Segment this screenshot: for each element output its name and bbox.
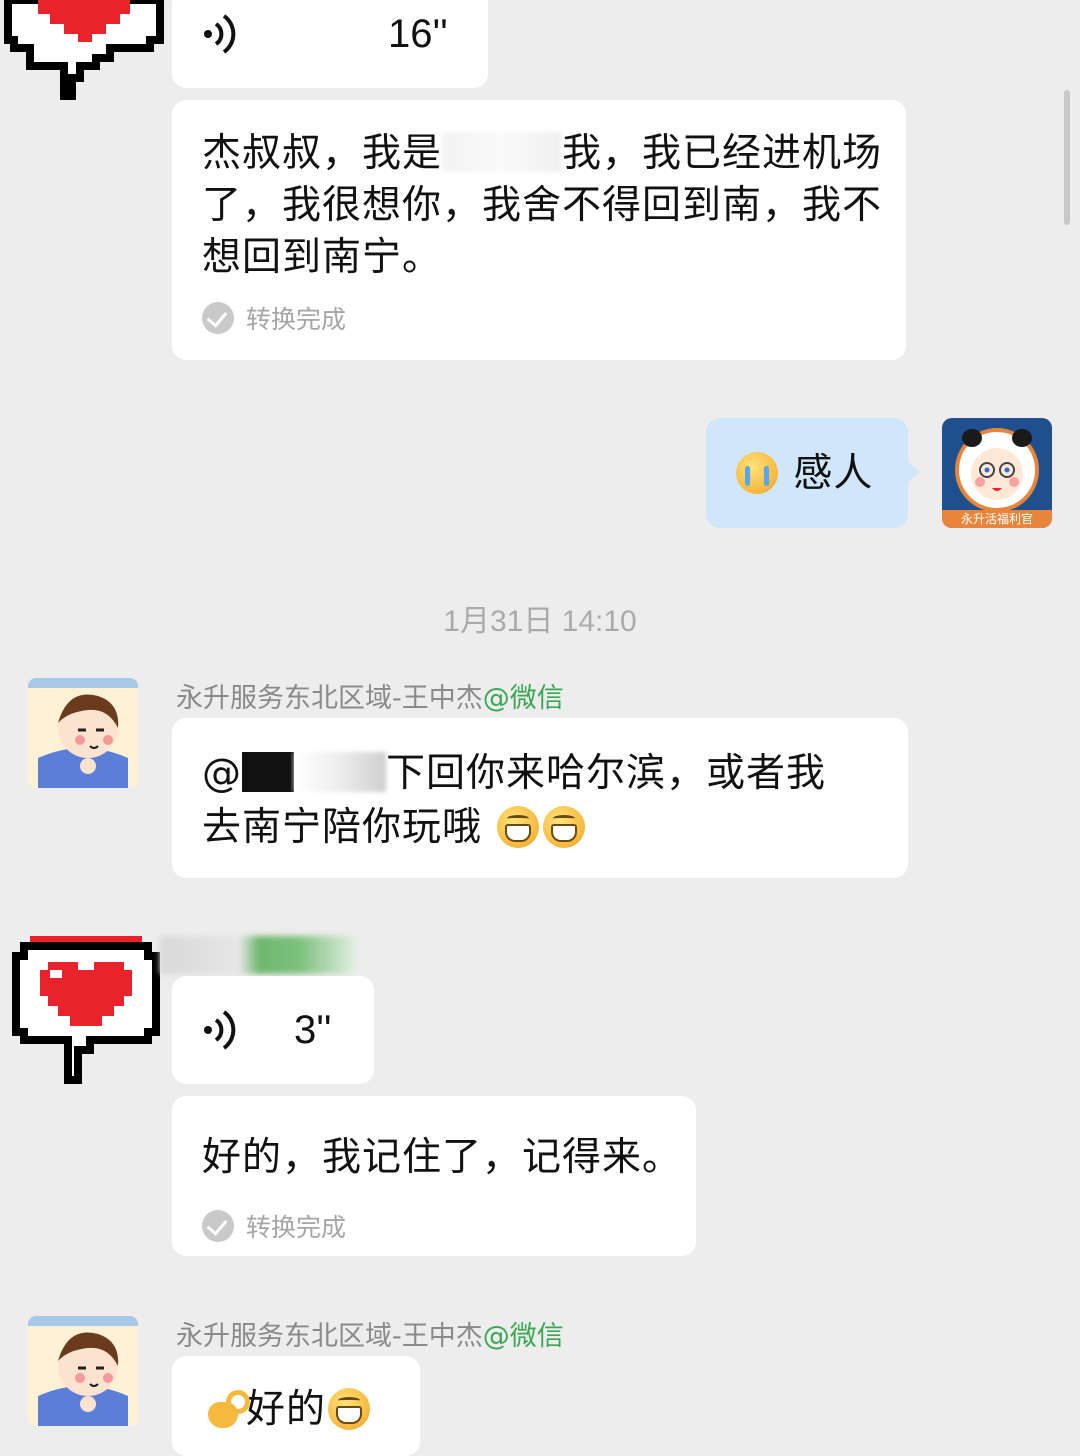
transcript-line-2: 了，我很想你，我舍不得回到南，我不 <box>202 183 883 228</box>
sender-tag: @微信 <box>482 1321 564 1352</box>
sender-avatar[interactable] <box>28 1316 138 1426</box>
heart-icon <box>12 936 160 1084</box>
my-avatar[interactable]: 永升活福利官 <box>942 418 1052 528</box>
incoming-message-bubble[interactable]: 好的 <box>172 1356 420 1456</box>
incoming-message-text-1: 下回你来哈尔滨，或者我 <box>386 751 827 796</box>
incoming-message-line-1: @ 下回你来哈尔滨，或者我 <box>202 748 826 800</box>
transcript-bubble[interactable]: 好的，我记住了，记得来。 转换完成 <box>172 1096 696 1256</box>
mention-symbol: @ <box>202 751 242 796</box>
check-icon <box>202 1210 234 1242</box>
sender-avatar[interactable] <box>28 678 138 788</box>
incoming-message-text: 好的 <box>246 1387 327 1432</box>
transcript-status-label: 转换完成 <box>246 305 347 334</box>
redacted-mention-blur <box>294 752 386 792</box>
voice-message-bubble[interactable]: 16'' <box>172 0 488 88</box>
incoming-message-line: 好的 <box>206 1384 372 1436</box>
voice-duration: 16'' <box>388 12 448 56</box>
check-icon <box>202 302 234 334</box>
cartoon-boy-avatar-icon <box>28 1316 138 1426</box>
grin-emoji <box>328 1388 371 1430</box>
transcript-line-3: 想回到南宁。 <box>202 235 443 280</box>
transcript-bubble[interactable]: 杰叔叔，我是 我，我已经进机场 了，我很想你，我舍不得回到南，我不 想回到南宁。 … <box>172 100 906 360</box>
transcript-line-1: 杰叔叔，我是 我，我已经进机场 <box>202 128 882 180</box>
outgoing-message-text: 感人 <box>734 448 873 500</box>
heart-avatar[interactable] <box>10 936 162 1084</box>
sender-name-label: 永升服务东北区域-王中杰 <box>176 1321 483 1352</box>
transcript-line-1a: 杰叔叔，我是 <box>202 131 443 176</box>
sender-name: 永升服务东北区域-王中杰@微信 <box>176 1314 564 1353</box>
sender-name-label: 永升服务东北区域-王中杰 <box>176 683 483 714</box>
transcript-status-label: 转换完成 <box>246 1213 347 1242</box>
sender-tag: @微信 <box>482 683 564 714</box>
redacted-name <box>442 132 563 172</box>
outgoing-message-label: 感人 <box>793 451 874 496</box>
grin-emoji <box>543 806 586 848</box>
incoming-message-bubble[interactable]: @ 下回你来哈尔滨，或者我 去南宁陪你玩哦 <box>172 718 908 878</box>
redacted-sender-name <box>160 936 358 974</box>
grin-emoji <box>497 806 540 848</box>
ok-hand-emoji <box>206 1386 250 1430</box>
cartoon-boy-avatar-icon <box>28 678 138 788</box>
incoming-message-line-2: 去南宁陪你玩哦 <box>202 802 587 854</box>
incoming-message-text-2: 去南宁陪你玩哦 <box>202 805 483 850</box>
voice-wave-icon <box>204 14 236 54</box>
cry-emoji <box>736 452 778 494</box>
outgoing-message-bubble[interactable]: 感人 <box>706 418 908 528</box>
outgoing-bubble-tail <box>906 460 920 484</box>
heart-avatar[interactable] <box>0 0 168 100</box>
transcript-text: 好的，我记住了，记得来。 <box>202 1135 683 1180</box>
avatar-badge: 永升活福利官 <box>960 512 1033 526</box>
transcript-status: 转换完成 <box>202 1208 346 1244</box>
voice-wave-icon <box>204 1010 236 1050</box>
voice-duration: 3'' <box>294 1008 332 1052</box>
transcript-line-1b: 我，我已经进机场 <box>562 131 883 176</box>
heart-icon <box>4 0 164 100</box>
chat-timestamp: 1月31日 14:10 <box>443 605 637 638</box>
scrollbar[interactable] <box>1064 90 1070 225</box>
redacted-mention <box>242 752 294 792</box>
voice-message-bubble[interactable]: 3'' <box>172 976 374 1084</box>
transcript-status: 转换完成 <box>202 300 346 336</box>
sender-name: 永升服务东北区域-王中杰@微信 <box>176 676 564 715</box>
